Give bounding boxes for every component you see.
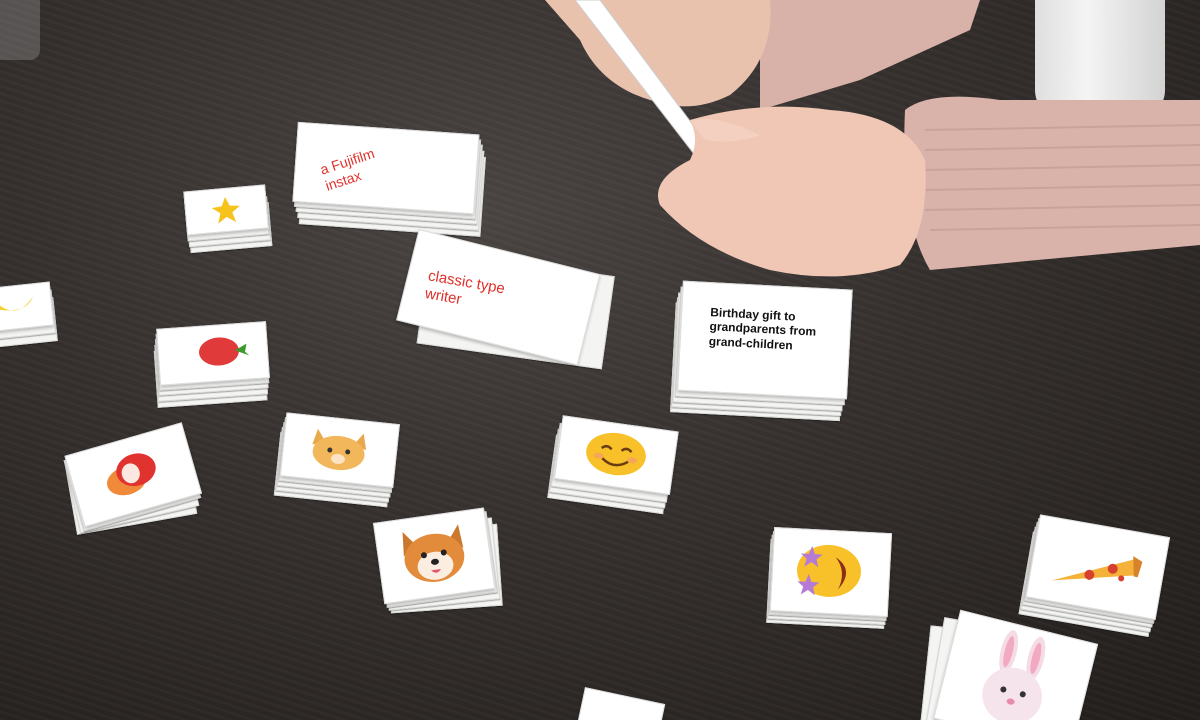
hands — [545, 0, 1200, 277]
card-instax[interactable]: a Fujifilm instax — [292, 121, 480, 215]
card-stack-dog[interactable] — [372, 507, 503, 614]
card-stack-cat[interactable] — [273, 412, 400, 508]
card-stack-strawberry[interactable] — [153, 321, 270, 408]
rabbit-face-icon — [982, 630, 1046, 720]
banana-icon — [0, 296, 34, 311]
card-partial-bottom[interactable] — [576, 687, 666, 720]
card-stack-star-struck[interactable] — [766, 527, 893, 629]
card-stack-banana[interactable] — [0, 281, 58, 348]
card-prompt[interactable]: Birthday gift to grandparents from grand… — [677, 280, 853, 400]
star-icon — [211, 196, 240, 224]
card-stack-prompt[interactable]: Birthday gift to grandparents from grand… — [670, 280, 853, 422]
card-stack-lychee[interactable] — [63, 422, 203, 535]
smiling-face-icon — [586, 432, 646, 476]
card-stack-instax[interactable]: a Fujifilm instax — [292, 121, 486, 237]
dog-face-icon — [402, 524, 465, 582]
pizza-icon — [1051, 556, 1143, 582]
star-struck-face-icon — [797, 544, 861, 597]
card-stack-smile[interactable] — [547, 415, 679, 515]
card-instax-text: a Fujifilm instax — [318, 145, 377, 194]
card-stack-rabbit[interactable] — [918, 609, 1099, 720]
card-typewriter-text: classic type writer — [423, 267, 507, 309]
card-stack-star[interactable] — [183, 184, 273, 254]
table-scene: a Fujifilm instax classic type writer Bi… — [0, 0, 1200, 720]
strawberry-icon — [198, 337, 250, 366]
card-stack-pizza[interactable] — [1018, 514, 1171, 638]
lychee-icon — [107, 453, 156, 496]
cat-face-icon — [312, 428, 367, 471]
card-prompt-text: Birthday gift to grandparents from grand… — [708, 305, 817, 353]
